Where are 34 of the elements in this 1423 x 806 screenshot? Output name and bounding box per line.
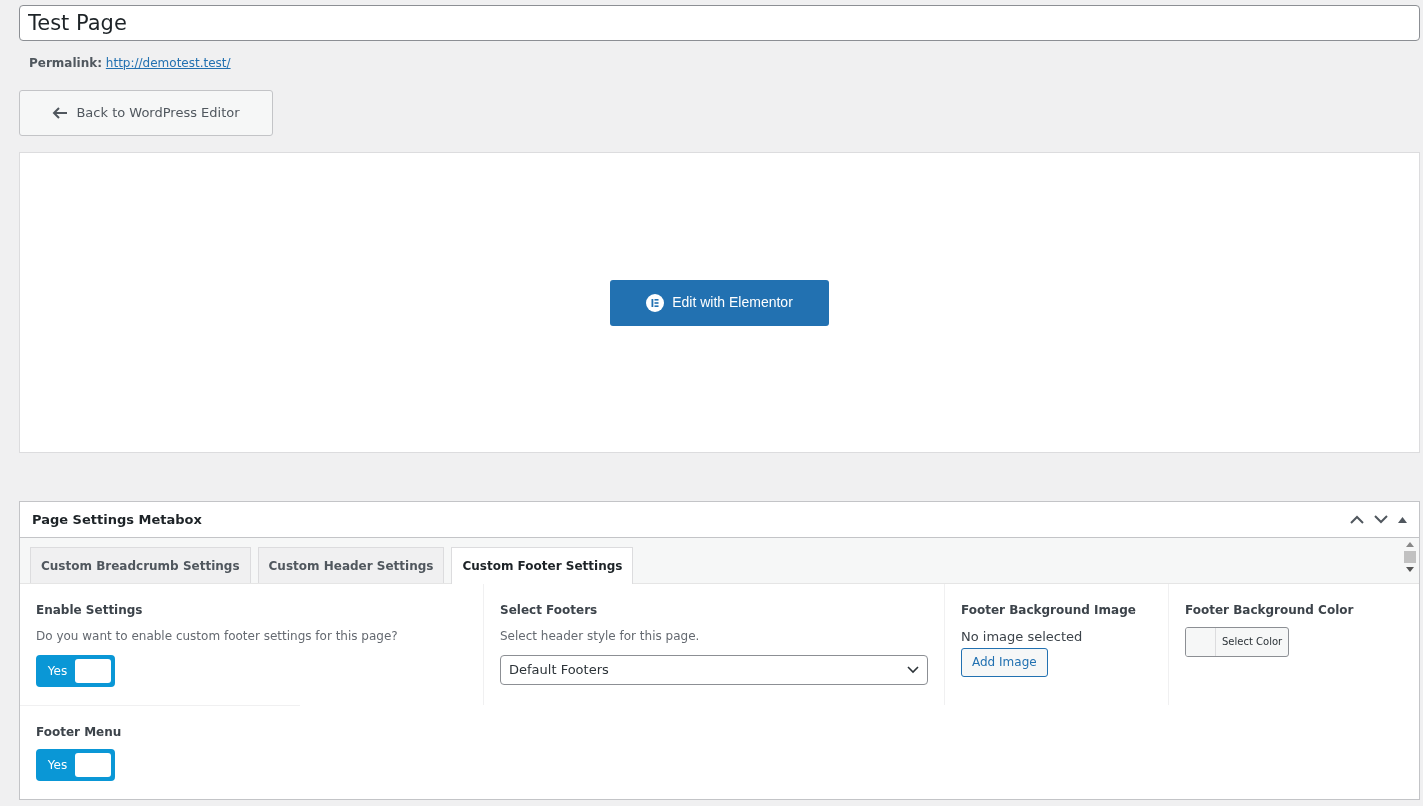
toggle-switch[interactable]: Yes — [36, 655, 115, 687]
edit-button[interactable]: Edit with Elementor — [610, 279, 829, 326]
title-field[interactable]: Test Page — [19, 5, 1420, 41]
settings-tab[interactable]: Custom Breadcrumb Settings — [30, 547, 251, 583]
toggle-label: Yes — [46, 757, 69, 774]
arrow-left-icon — [52, 107, 69, 119]
scroll-up-icon[interactable] — [1406, 542, 1414, 547]
toggle-label: Yes — [46, 663, 69, 680]
field-label: Enable Settings — [36, 602, 144, 619]
back-button[interactable]: Back to WordPress Editor — [19, 90, 273, 136]
settings-tab[interactable]: Custom Footer Settings — [451, 547, 634, 584]
field-label: Footer Background Image — [961, 602, 1137, 619]
toggle-switch[interactable]: Yes — [36, 749, 115, 781]
chevron-up-icon[interactable] — [1350, 515, 1364, 524]
chevron-down-icon — [907, 666, 919, 674]
settings-tab[interactable]: Custom Header Settings — [257, 547, 445, 583]
add-image-button[interactable]: Add Image — [961, 647, 1048, 677]
metabox-title: Page Settings Metabox — [32, 510, 202, 529]
field-label: Footer Menu — [36, 724, 123, 741]
field-description: Do you want to enable custom footer settings for this page? — [36, 628, 399, 645]
image-status: No image selected — [961, 628, 1084, 646]
scroll-down-icon[interactable] — [1406, 567, 1414, 572]
chevron-down-icon[interactable] — [1374, 515, 1388, 524]
permalink-link[interactable]: http://demotest.test/ — [105, 56, 231, 70]
color-picker-button[interactable]: Select Color — [1185, 627, 1290, 657]
collapse-triangle-icon[interactable] — [1398, 516, 1407, 523]
field-label: Select Footers — [500, 602, 599, 619]
footer-select[interactable]: Default Footers — [500, 655, 928, 685]
field-description: Select header style for this page. — [500, 628, 701, 645]
elementor-logo-icon — [646, 293, 665, 312]
select-value: Default Footers — [509, 661, 609, 680]
scroll-thumb[interactable] — [1404, 551, 1416, 563]
field-label: Footer Background Color — [1185, 602, 1355, 619]
permalink-label: Permalink: — [29, 56, 102, 70]
